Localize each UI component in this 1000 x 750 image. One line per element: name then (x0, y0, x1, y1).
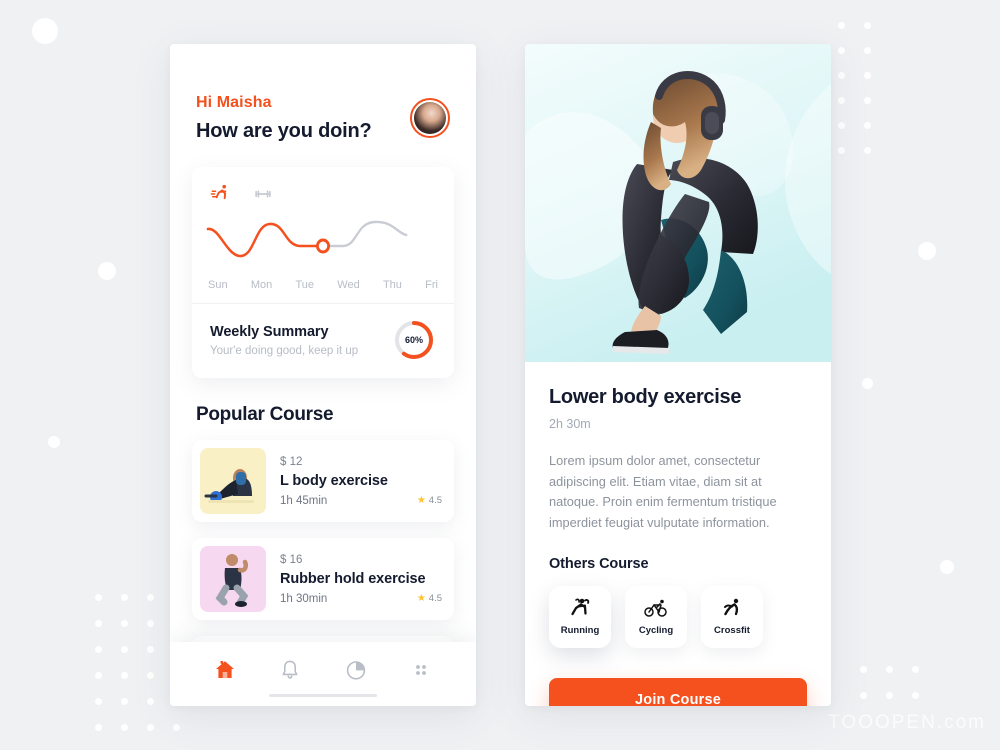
bell-icon[interactable] (278, 658, 302, 682)
course-rating: ★ 4.5 (417, 495, 442, 506)
course-card[interactable]: $ 12 L body exercise 1h 45min ★ 4.5 (192, 440, 454, 522)
bottom-navigation (170, 642, 476, 706)
chart-day-labels: Sun Mon Tue Wed Thu Fri (206, 273, 440, 303)
course-price: $ 12 (280, 455, 303, 468)
star-icon: ★ (416, 593, 426, 604)
phone-home-screen: Hi Maisha How are you doin? Sun Mon Tue … (170, 44, 476, 706)
chart-tick-sun: Sun (208, 279, 228, 291)
bg-blob-top-left (32, 18, 58, 44)
bg-blob-top-right (918, 242, 936, 260)
course-meta: 1h 45min ★ 4.5 (280, 495, 442, 507)
greeting-text-block: Hi Maisha How are you doin? (196, 94, 372, 143)
weekly-summary-row[interactable]: Weekly Summary Your'e doing good, keep i… (192, 303, 454, 378)
progress-ring-label: 60% (404, 335, 423, 345)
progress-ring: 60% (392, 318, 436, 362)
course-rating-value: 4.5 (428, 593, 442, 604)
course-duration: 1h 30min (280, 592, 328, 605)
chart-tick-mon: Mon (250, 279, 273, 291)
bg-blob-bottom-left (48, 436, 60, 448)
bg-blob-bottom-right (940, 560, 954, 574)
course-name: Rubber hold exercise (280, 570, 426, 587)
weekly-summary-title: Weekly Summary (210, 323, 329, 340)
greeting-header: Hi Maisha How are you doin? (170, 44, 476, 143)
weekly-summary-text: Weekly Summary Your'e doing good, keep i… (210, 324, 358, 357)
greeting-question: How are you doin? (196, 120, 372, 142)
course-detail: Lower body exercise 2h 30m Lorem ipsum d… (525, 362, 831, 534)
avatar[interactable] (410, 98, 450, 138)
cycling-icon (644, 597, 668, 619)
home-icon[interactable] (213, 658, 237, 682)
pie-chart-icon[interactable] (344, 658, 368, 682)
others-course-chips: Running Cycling Crossfit (525, 572, 831, 648)
phone-detail-screen: Lower body exercise 2h 30m Lorem ipsum d… (525, 44, 831, 706)
chip-label: Crossfit (714, 625, 750, 637)
chip-label: Cycling (638, 625, 674, 637)
activity-tabs (206, 181, 440, 211)
dumbbell-icon[interactable] (252, 183, 274, 205)
others-course-title: Others Course (549, 555, 649, 572)
course-rating: ★ 4.5 (417, 593, 442, 604)
crossfit-icon (720, 597, 744, 619)
course-info: $ 12 L body exercise 1h 45min ★ 4.5 (280, 456, 442, 507)
course-title: Lower body exercise (549, 386, 742, 408)
weekly-summary-subtitle: Your'e doing good, keep it up (210, 344, 359, 357)
grid-icon[interactable] (409, 658, 433, 682)
watermark: TOOOPEN.com (828, 712, 986, 733)
avatar-image (414, 102, 446, 134)
chip-label: Running (560, 625, 600, 637)
home-indicator (269, 694, 377, 697)
bg-blob-right (862, 378, 873, 389)
course-description: Lorem ipsum dolor amet, consectetur adip… (549, 453, 777, 531)
chart-tick-thu: Thu (382, 279, 402, 291)
course-duration: 2h 30m (549, 417, 591, 431)
course-meta: 1h 30min ★ 4.5 (280, 593, 442, 605)
course-thumbnail (200, 448, 266, 514)
activity-line-chart (206, 220, 408, 258)
course-hero-image (525, 44, 831, 362)
popular-course-title: Popular Course (196, 404, 334, 425)
chip-running[interactable]: Running (549, 585, 611, 648)
course-name: L body exercise (280, 472, 388, 489)
course-card[interactable]: $ 16 Rubber hold exercise 1h 30min ★ 4.5 (192, 538, 454, 620)
activity-chart-card: Sun Mon Tue Wed Thu Fri Weekly Summary Y… (192, 167, 454, 378)
bg-blob-mid-left (98, 262, 116, 280)
dot-pattern-top-right (838, 22, 958, 192)
chart-tick-tue: Tue (295, 279, 315, 291)
running-icon[interactable] (210, 183, 232, 205)
chip-cycling[interactable]: Cycling (625, 585, 687, 648)
course-thumbnail (200, 546, 266, 612)
chart-tick-wed: Wed (337, 279, 360, 291)
join-course-button[interactable]: Join Course (549, 677, 807, 706)
star-icon: ★ (416, 495, 426, 506)
greeting-hi: Hi Maisha (196, 94, 272, 111)
chart-tick-fri: Fri (425, 279, 438, 291)
chip-crossfit[interactable]: Crossfit (701, 585, 763, 648)
course-price: $ 16 (280, 553, 303, 566)
running-icon (568, 597, 592, 619)
course-duration: 1h 45min (280, 494, 328, 507)
course-rating-value: 4.5 (428, 495, 442, 506)
course-info: $ 16 Rubber hold exercise 1h 30min ★ 4.5 (280, 554, 442, 605)
